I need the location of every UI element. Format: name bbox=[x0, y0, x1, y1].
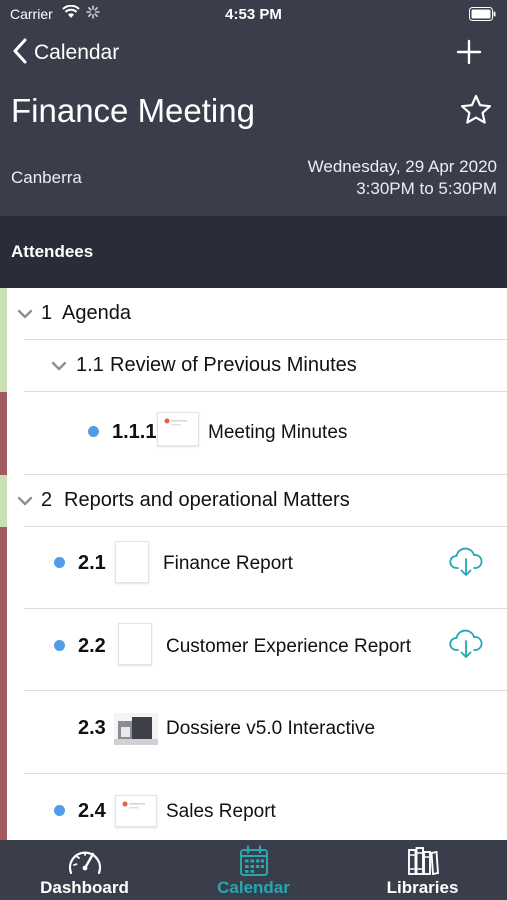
agenda-section-1[interactable]: 1 Agenda bbox=[0, 288, 507, 340]
tab-label: Calendar bbox=[217, 878, 290, 897]
section-number: 2 bbox=[41, 489, 53, 511]
unread-dot bbox=[54, 805, 65, 816]
document-label: Sales Report bbox=[166, 801, 276, 822]
document-label: Meeting Minutes bbox=[208, 422, 348, 443]
document-item-finance-report[interactable]: 2.1 Finance Report bbox=[0, 527, 507, 609]
item-number: 2.1 bbox=[78, 552, 106, 574]
document-thumbnail bbox=[115, 795, 157, 827]
subsection-title: Review of Previous Minutes bbox=[110, 354, 357, 376]
unread-dot bbox=[54, 557, 65, 568]
calendar-icon bbox=[239, 845, 269, 882]
tab-bar: Dashboard Calendar Libraries bbox=[0, 840, 507, 900]
agenda-list: 1 Agenda 1.1 Review of Previous Minutes … bbox=[0, 288, 507, 840]
document-thumbnail bbox=[118, 623, 152, 665]
chevron-down-icon bbox=[17, 496, 33, 506]
agenda-subsection-1-1[interactable]: 1.1 Review of Previous Minutes bbox=[0, 340, 507, 392]
status-time: 4:53 PM bbox=[225, 6, 282, 23]
meeting-datetime: Wednesday, 29 Apr 2020 3:30PM to 5:30PM bbox=[308, 156, 497, 200]
unread-dot bbox=[88, 426, 99, 437]
document-label: Finance Report bbox=[163, 553, 293, 574]
tab-libraries[interactable]: Libraries bbox=[338, 840, 507, 900]
meeting-time-range: 3:30PM to 5:30PM bbox=[356, 179, 497, 198]
back-label: Calendar bbox=[34, 41, 120, 64]
section-title: Agenda bbox=[62, 302, 131, 324]
favorite-button[interactable] bbox=[459, 93, 493, 127]
agenda-section-2[interactable]: 2 Reports and operational Matters bbox=[0, 475, 507, 527]
chevron-down-icon bbox=[17, 309, 33, 319]
tab-label: Dashboard bbox=[40, 878, 129, 897]
document-thumbnail bbox=[114, 713, 158, 745]
back-button[interactable]: Calendar bbox=[12, 38, 119, 68]
plus-icon bbox=[456, 39, 482, 65]
subsection-number: 1.1 bbox=[76, 354, 104, 376]
document-thumbnail bbox=[115, 541, 149, 583]
attendees-label: Attendees bbox=[11, 242, 94, 261]
item-number: 2.3 bbox=[78, 717, 106, 739]
document-item-sales-report[interactable]: 2.4 Sales Report bbox=[0, 774, 507, 840]
battery-icon bbox=[469, 7, 497, 24]
section-title: Reports and operational Matters bbox=[64, 489, 350, 511]
tab-label: Libraries bbox=[386, 878, 459, 897]
document-item-meeting-minutes[interactable]: 1.1.1 Meeting Minutes bbox=[0, 392, 507, 475]
attendees-bar[interactable]: Attendees bbox=[0, 216, 507, 288]
document-thumbnail bbox=[157, 412, 199, 446]
add-button[interactable] bbox=[455, 38, 483, 66]
document-item-customer-experience-report[interactable]: 2.2 Customer Experience Report bbox=[0, 609, 507, 691]
item-number: 2.4 bbox=[78, 800, 106, 822]
status-bar: Carrier 4:53 PM bbox=[0, 0, 507, 30]
page-title: Finance Meeting bbox=[11, 92, 255, 129]
star-icon bbox=[460, 94, 492, 124]
chevron-down-icon bbox=[51, 361, 67, 371]
document-label: Dossiere v5.0 Interactive bbox=[166, 718, 376, 739]
meeting-location: Canberra bbox=[11, 168, 82, 187]
chevron-left-icon bbox=[12, 38, 28, 69]
cloud-download-icon[interactable] bbox=[448, 629, 484, 659]
item-number: 2.2 bbox=[78, 635, 106, 657]
cloud-download-icon[interactable] bbox=[448, 547, 484, 577]
document-item-dossiere[interactable]: 2.3 Dossiere v5.0 Interactive bbox=[0, 691, 507, 774]
section-number: 1 bbox=[41, 302, 53, 324]
gauge-icon bbox=[66, 845, 104, 882]
books-icon bbox=[407, 845, 439, 882]
unread-dot bbox=[54, 640, 65, 651]
tab-dashboard[interactable]: Dashboard bbox=[0, 840, 169, 900]
meeting-header: Carrier 4:53 PM Calendar Finance Meeting… bbox=[0, 0, 507, 216]
tab-calendar[interactable]: Calendar bbox=[169, 840, 338, 900]
document-label: Customer Experience Report bbox=[166, 636, 411, 657]
meeting-date: Wednesday, 29 Apr 2020 bbox=[307, 157, 497, 176]
item-number: 1.1.1 bbox=[112, 421, 157, 443]
